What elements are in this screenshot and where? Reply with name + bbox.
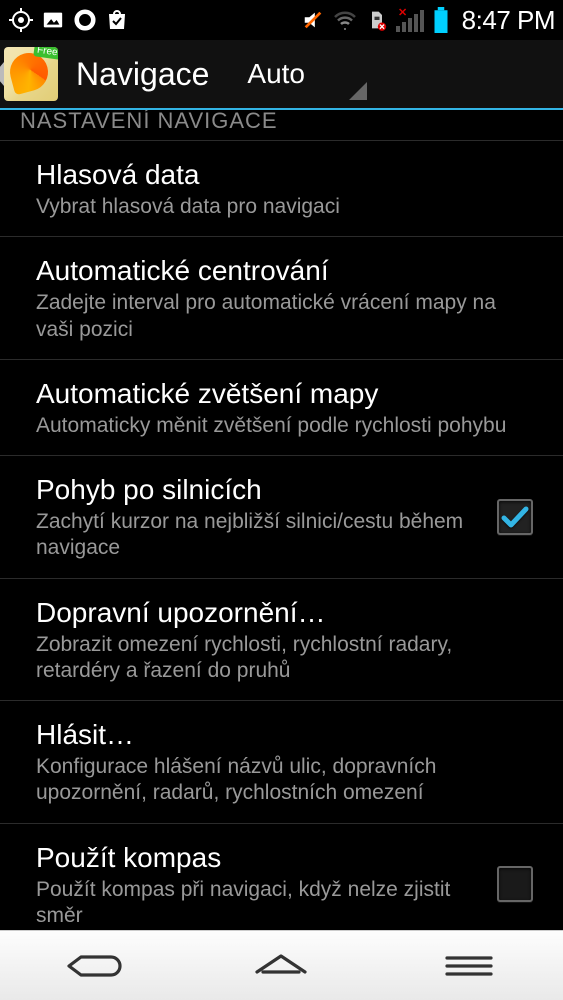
snap-to-road-checkbox[interactable] <box>497 499 533 535</box>
image-icon <box>40 7 66 33</box>
item-title: Dopravní upozornění… <box>36 595 533 630</box>
section-header: NASTAVENÍ NAVIGACE <box>0 110 563 141</box>
signal-icon: ✕ <box>396 7 426 33</box>
item-title: Automatické zvětšení mapy <box>36 376 533 411</box>
item-subtitle: Vybrat hlasová data pro navigaci <box>36 194 533 220</box>
back-button[interactable] <box>49 942 139 990</box>
navigation-bar <box>0 930 563 1000</box>
traffic-warnings-item[interactable]: Dopravní upozornění… Zobrazit omezení ry… <box>0 579 563 702</box>
home-button[interactable] <box>236 942 326 990</box>
item-subtitle: Použít kompas při navigaci, když nelze z… <box>36 877 477 930</box>
item-title: Použít kompas <box>36 840 477 875</box>
settings-list[interactable]: NASTAVENÍ NAVIGACE Hlasová data Vybrat h… <box>0 110 563 930</box>
item-subtitle: Automaticky měnit zvětšení podle rychlos… <box>36 413 533 439</box>
auto-zoom-item[interactable]: Automatické zvětšení mapy Automaticky mě… <box>0 360 563 456</box>
mute-icon <box>300 7 326 33</box>
mode-spinner[interactable]: Auto <box>247 40 367 108</box>
spinner-indicator-icon <box>349 82 367 100</box>
wifi-icon <box>332 7 358 33</box>
svg-text:✕: ✕ <box>398 8 407 19</box>
item-subtitle: Zadejte interval pro automatické vrácení… <box>36 290 533 343</box>
item-title: Pohyb po silnicích <box>36 472 477 507</box>
action-bar: Free Navigace Auto <box>0 40 563 110</box>
item-subtitle: Zobrazit omezení rychlosti, rychlostní r… <box>36 632 533 685</box>
voice-data-item[interactable]: Hlasová data Vybrat hlasová data pro nav… <box>0 141 563 237</box>
item-subtitle: Konfigurace hlášení názvů ulic, dopravní… <box>36 754 533 807</box>
item-title: Hlásit… <box>36 717 533 752</box>
use-compass-item[interactable]: Použít kompas Použít kompas při navigaci… <box>0 824 563 931</box>
status-time: 8:47 PM <box>462 5 555 36</box>
gps-icon <box>8 7 34 33</box>
snap-to-road-item[interactable]: Pohyb po silnicích Zachytí kurzor na nej… <box>0 456 563 579</box>
spinner-value: Auto <box>247 58 305 90</box>
sim-icon <box>364 7 390 33</box>
page-title: Navigace <box>76 56 209 93</box>
use-compass-checkbox[interactable] <box>497 866 533 902</box>
app-icon: Free <box>4 47 58 101</box>
shopping-icon <box>104 7 130 33</box>
battery-icon <box>432 7 450 33</box>
auto-center-item[interactable]: Automatické centrování Zadejte interval … <box>0 237 563 360</box>
status-bar: ✕ 8:47 PM <box>0 0 563 40</box>
item-title: Hlasová data <box>36 157 533 192</box>
item-title: Automatické centrování <box>36 253 533 288</box>
circle-icon <box>72 7 98 33</box>
item-subtitle: Zachytí kurzor na nejbližší silnici/cest… <box>36 509 477 562</box>
announce-item[interactable]: Hlásit… Konfigurace hlášení názvů ulic, … <box>0 701 563 824</box>
app-up-button[interactable]: Free <box>4 47 62 101</box>
menu-button[interactable] <box>424 942 514 990</box>
